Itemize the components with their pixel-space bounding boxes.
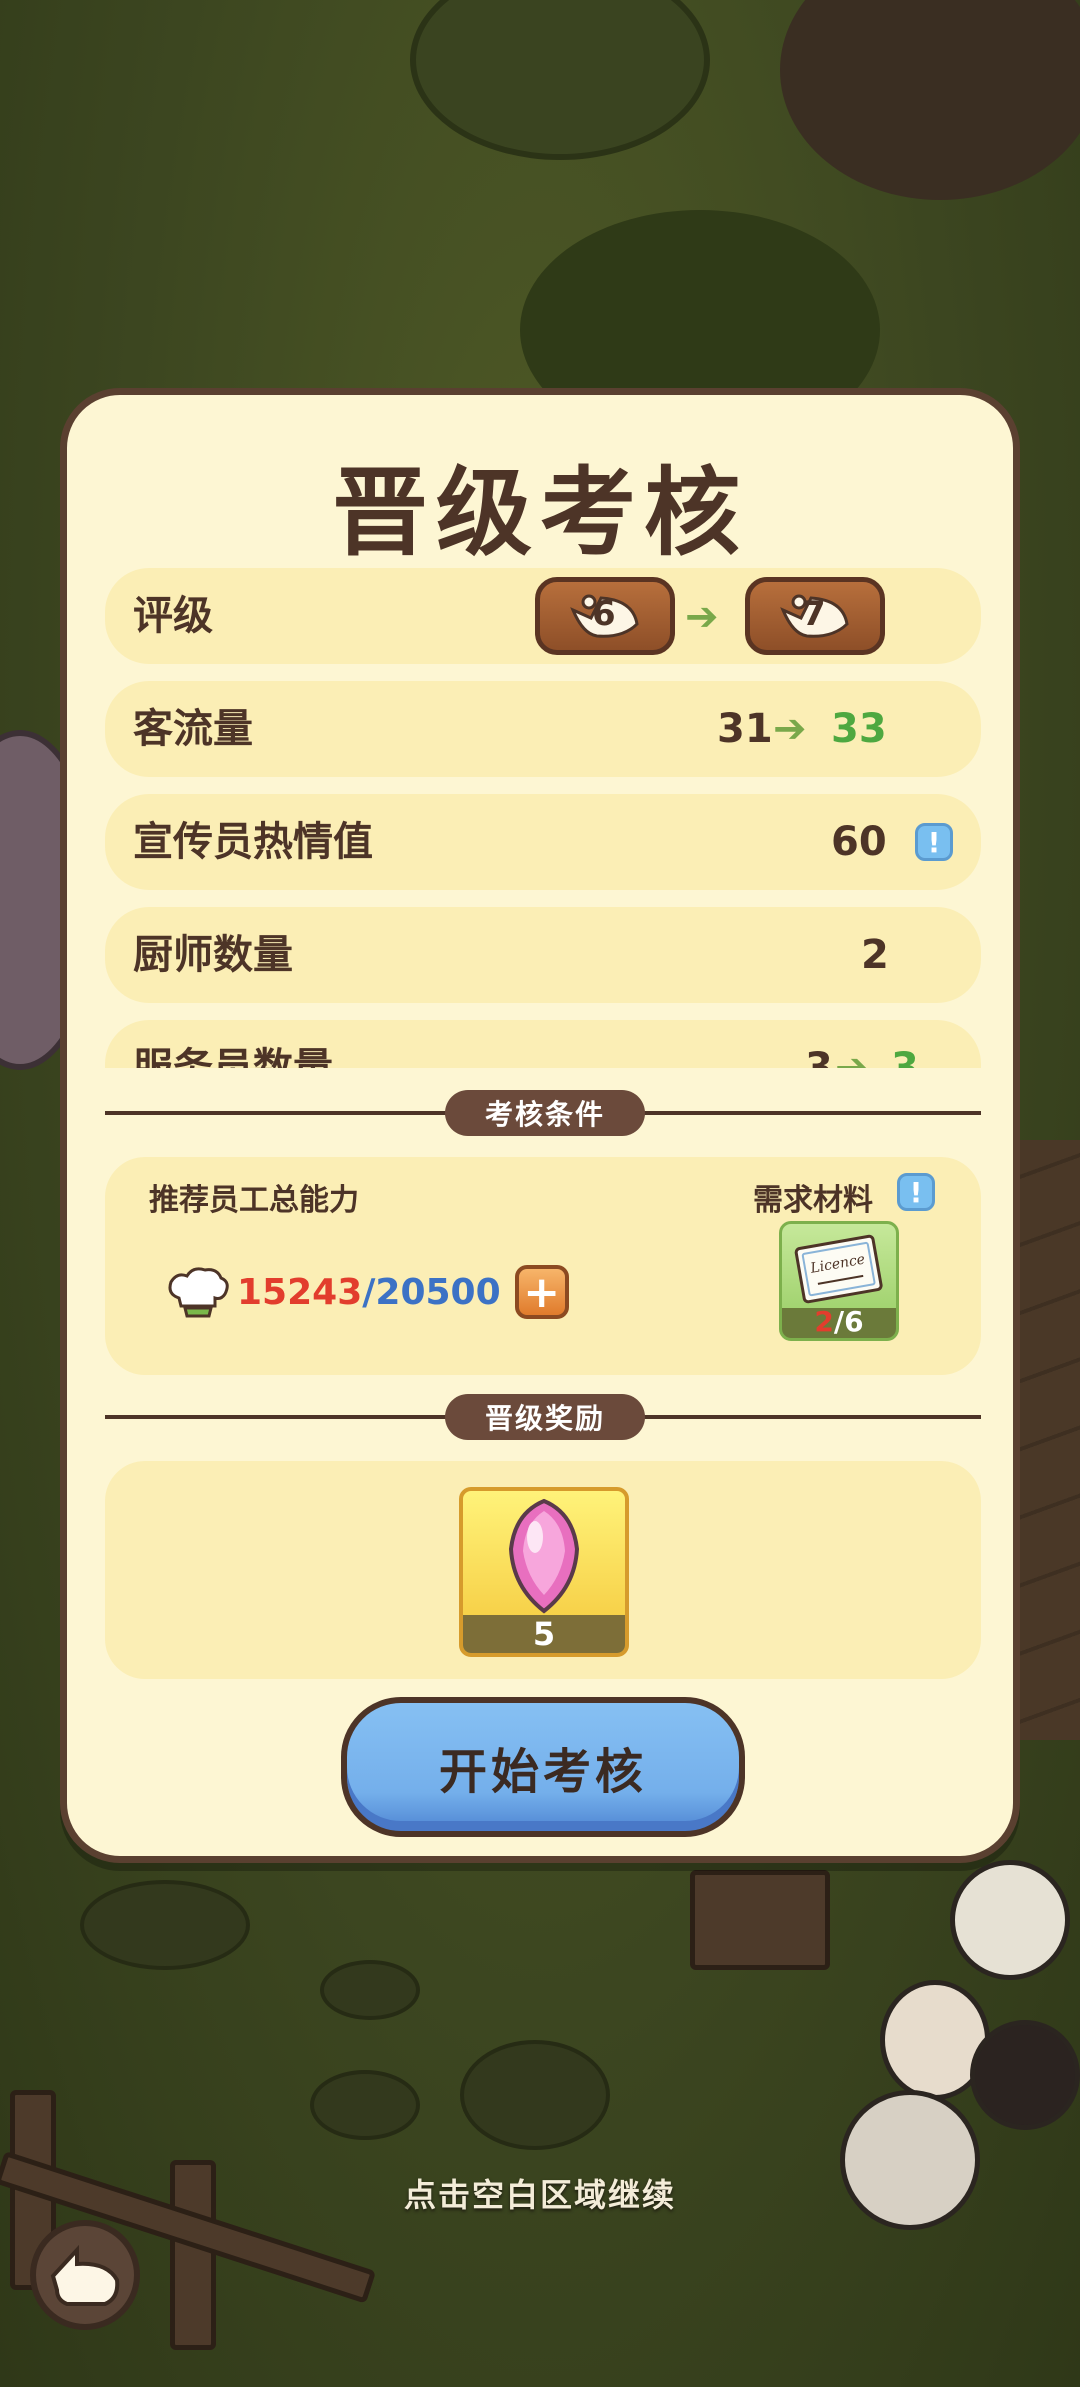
rewards-panel: 5	[105, 1461, 981, 1679]
stat-value-from: 3	[805, 1045, 833, 1068]
stat-label: 服务员数量	[133, 1045, 333, 1068]
section-title-conditions: 考核条件	[445, 1090, 645, 1136]
power-current: 15243	[237, 1271, 363, 1313]
materials-label: 需求材料	[753, 1183, 873, 1218]
tree-top-decoration	[410, 0, 710, 160]
arrow-right-icon: ➔	[835, 1045, 869, 1068]
stat-label: 评级	[133, 593, 213, 639]
info-icon[interactable]: !	[915, 823, 953, 861]
promotion-exam-dialog: 晋级考核 评级 6 ➔ 7 客流量 31 ➔ 33 宣传员热情值 60 ! 厨师…	[60, 388, 1020, 1863]
reward-count: 5	[532, 1615, 556, 1653]
stone-decoration	[460, 2040, 610, 2150]
rating-level-to: 7	[802, 594, 826, 634]
reward-item-slot[interactable]: 5	[459, 1487, 629, 1657]
stat-value: 2	[861, 932, 889, 978]
licence-material-slot[interactable]: Licence 2/6	[779, 1221, 899, 1341]
power-separator: /	[362, 1271, 376, 1313]
arrow-right-icon: ➔	[685, 594, 719, 640]
rating-level-from: 6	[592, 594, 616, 634]
info-icon[interactable]: !	[897, 1173, 935, 1211]
stone-decoration	[310, 2070, 420, 2140]
pink-gem-icon	[508, 1498, 580, 1614]
hand-pointer-icon	[50, 2244, 120, 2306]
stat-value-to: 3	[891, 1045, 919, 1068]
material-count: 2/6	[814, 1305, 864, 1338]
add-power-button[interactable]: +	[514, 1265, 569, 1319]
tap-to-continue-hint: 点击空白区域继续	[403, 2176, 676, 2214]
wooden-crate-decoration	[690, 1870, 830, 1970]
dialog-title: 晋级考核	[332, 457, 748, 569]
stat-row-waiter-count: 服务员数量 3 ➔ 3	[105, 1020, 981, 1068]
stat-row-rating: 评级 6 ➔ 7	[105, 568, 981, 664]
chef-hat-icon	[168, 1267, 229, 1318]
tree-trunk-decoration	[780, 0, 1080, 200]
stat-label: 宣传员热情值	[133, 819, 373, 865]
power-label: 推荐员工总能力	[149, 1183, 359, 1218]
stat-value: 60	[831, 819, 887, 865]
staff-power-progress: 15243 / 20500 +	[165, 1257, 569, 1327]
arrow-right-icon: ➔	[773, 706, 807, 752]
power-required: 20500	[375, 1271, 501, 1313]
stat-label: 厨师数量	[133, 932, 293, 978]
rating-badge-current: 6	[535, 577, 675, 655]
conditions-panel: 推荐员工总能力 需求材料 ! 15243 / 20500 + Licence 2…	[105, 1157, 981, 1375]
start-exam-button[interactable]: 开始考核	[341, 1697, 745, 1837]
stone-decoration	[80, 1880, 250, 1970]
stat-row-chef-count: 厨师数量 2	[105, 907, 981, 1003]
stats-list[interactable]: 评级 6 ➔ 7 客流量 31 ➔ 33 宣传员热情值 60 ! 厨师数量 2 …	[105, 568, 981, 1068]
stat-value-to: 33	[831, 706, 887, 752]
licence-icon: Licence	[794, 1234, 883, 1304]
stat-label: 客流量	[133, 706, 253, 752]
section-title-rewards: 晋级奖励	[445, 1394, 645, 1440]
stat-row-customer-flow: 客流量 31 ➔ 33	[105, 681, 981, 777]
stat-row-promoter-enthusiasm: 宣传员热情值 60 !	[105, 794, 981, 890]
rating-badge-next: 7	[745, 577, 885, 655]
stone-decoration	[320, 1960, 420, 2020]
stat-value-from: 31	[717, 706, 773, 752]
back-button[interactable]	[30, 2220, 140, 2330]
